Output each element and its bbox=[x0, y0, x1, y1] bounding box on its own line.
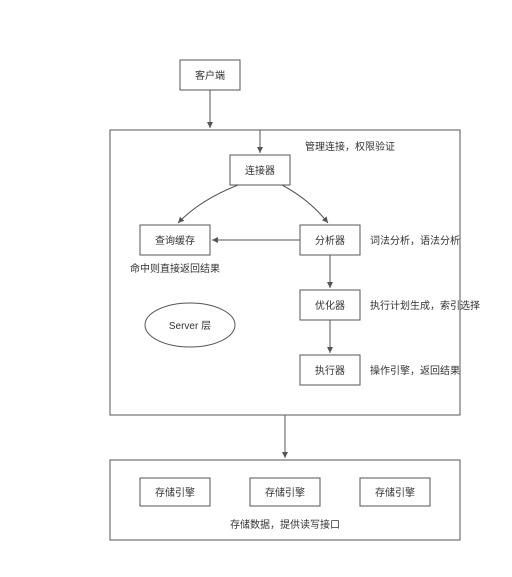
optimizer-annotation: 执行计划生成，索引选择 bbox=[370, 299, 480, 312]
node-connector-label: 连接器 bbox=[245, 164, 275, 177]
node-optimizer-label: 优化器 bbox=[315, 299, 345, 312]
storage-annotation: 存储数据，提供读写接口 bbox=[230, 518, 340, 531]
connector-annotation: 管理连接，权限验证 bbox=[305, 140, 395, 153]
node-storage-2-label: 存储引擎 bbox=[265, 486, 305, 499]
node-executor-label: 执行器 bbox=[315, 364, 345, 377]
architecture-diagram: 客户端 连接器 管理连接，权限验证 查询缓存 命中则直接返回结果 分析器 词法分… bbox=[0, 0, 512, 577]
node-cache-label: 查询缓存 bbox=[155, 234, 195, 247]
analyzer-annotation: 词法分析，语法分析 bbox=[370, 234, 460, 247]
cache-annotation: 命中则直接返回结果 bbox=[130, 262, 220, 275]
node-analyzer-label: 分析器 bbox=[315, 234, 345, 247]
node-client-label: 客户端 bbox=[195, 69, 225, 82]
executor-annotation: 操作引擎，返回结果 bbox=[370, 364, 460, 377]
server-layer-label: Server 层 bbox=[169, 320, 211, 332]
node-storage-1-label: 存储引擎 bbox=[155, 486, 195, 499]
node-storage-3-label: 存储引擎 bbox=[375, 486, 415, 499]
